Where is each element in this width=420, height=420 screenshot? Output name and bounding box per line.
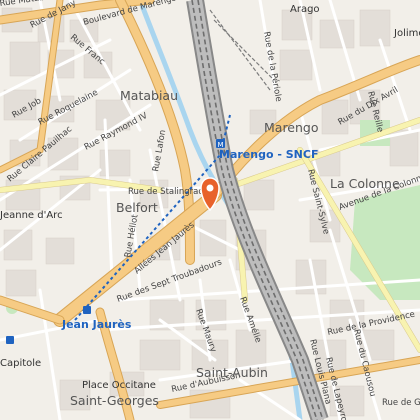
capitole-station-icon [6, 336, 14, 344]
station-label-jean-jaures: Jean Jaurès [61, 318, 132, 331]
street-label-rue-de-guilhe: Rue de Guilhe [382, 398, 420, 408]
place-label-jeanne-d-arc: Jeanne d'Arc [0, 210, 63, 221]
jean-jaures-station-icon [83, 306, 91, 314]
place-label-place-occitane: Place Occitane [82, 380, 156, 391]
map[interactable]: M Boulevard de Marengo Rue Matabiau Rue … [0, 0, 420, 420]
station-label-marengo-sncf: Marengo - SNCF [219, 148, 318, 161]
district-label-marengo: Marengo [264, 120, 319, 135]
street-label-rue-de-stalingrad: Rue de Stalingrad [128, 187, 204, 197]
district-label-matabiau: Matabiau [120, 88, 178, 103]
district-label-saint-georges: Saint-Georges [70, 393, 159, 408]
place-label-arago: Arago [290, 4, 320, 15]
place-label-jolimont: Jolimont [393, 28, 420, 39]
district-label-saint-aubin: Saint-Aubin [196, 365, 268, 380]
district-label-belfort: Belfort [116, 200, 158, 215]
district-label-la-colonne: La Colonne [330, 176, 400, 191]
pin-dot [206, 184, 214, 192]
place-label-capitole: Capitole [0, 358, 41, 369]
